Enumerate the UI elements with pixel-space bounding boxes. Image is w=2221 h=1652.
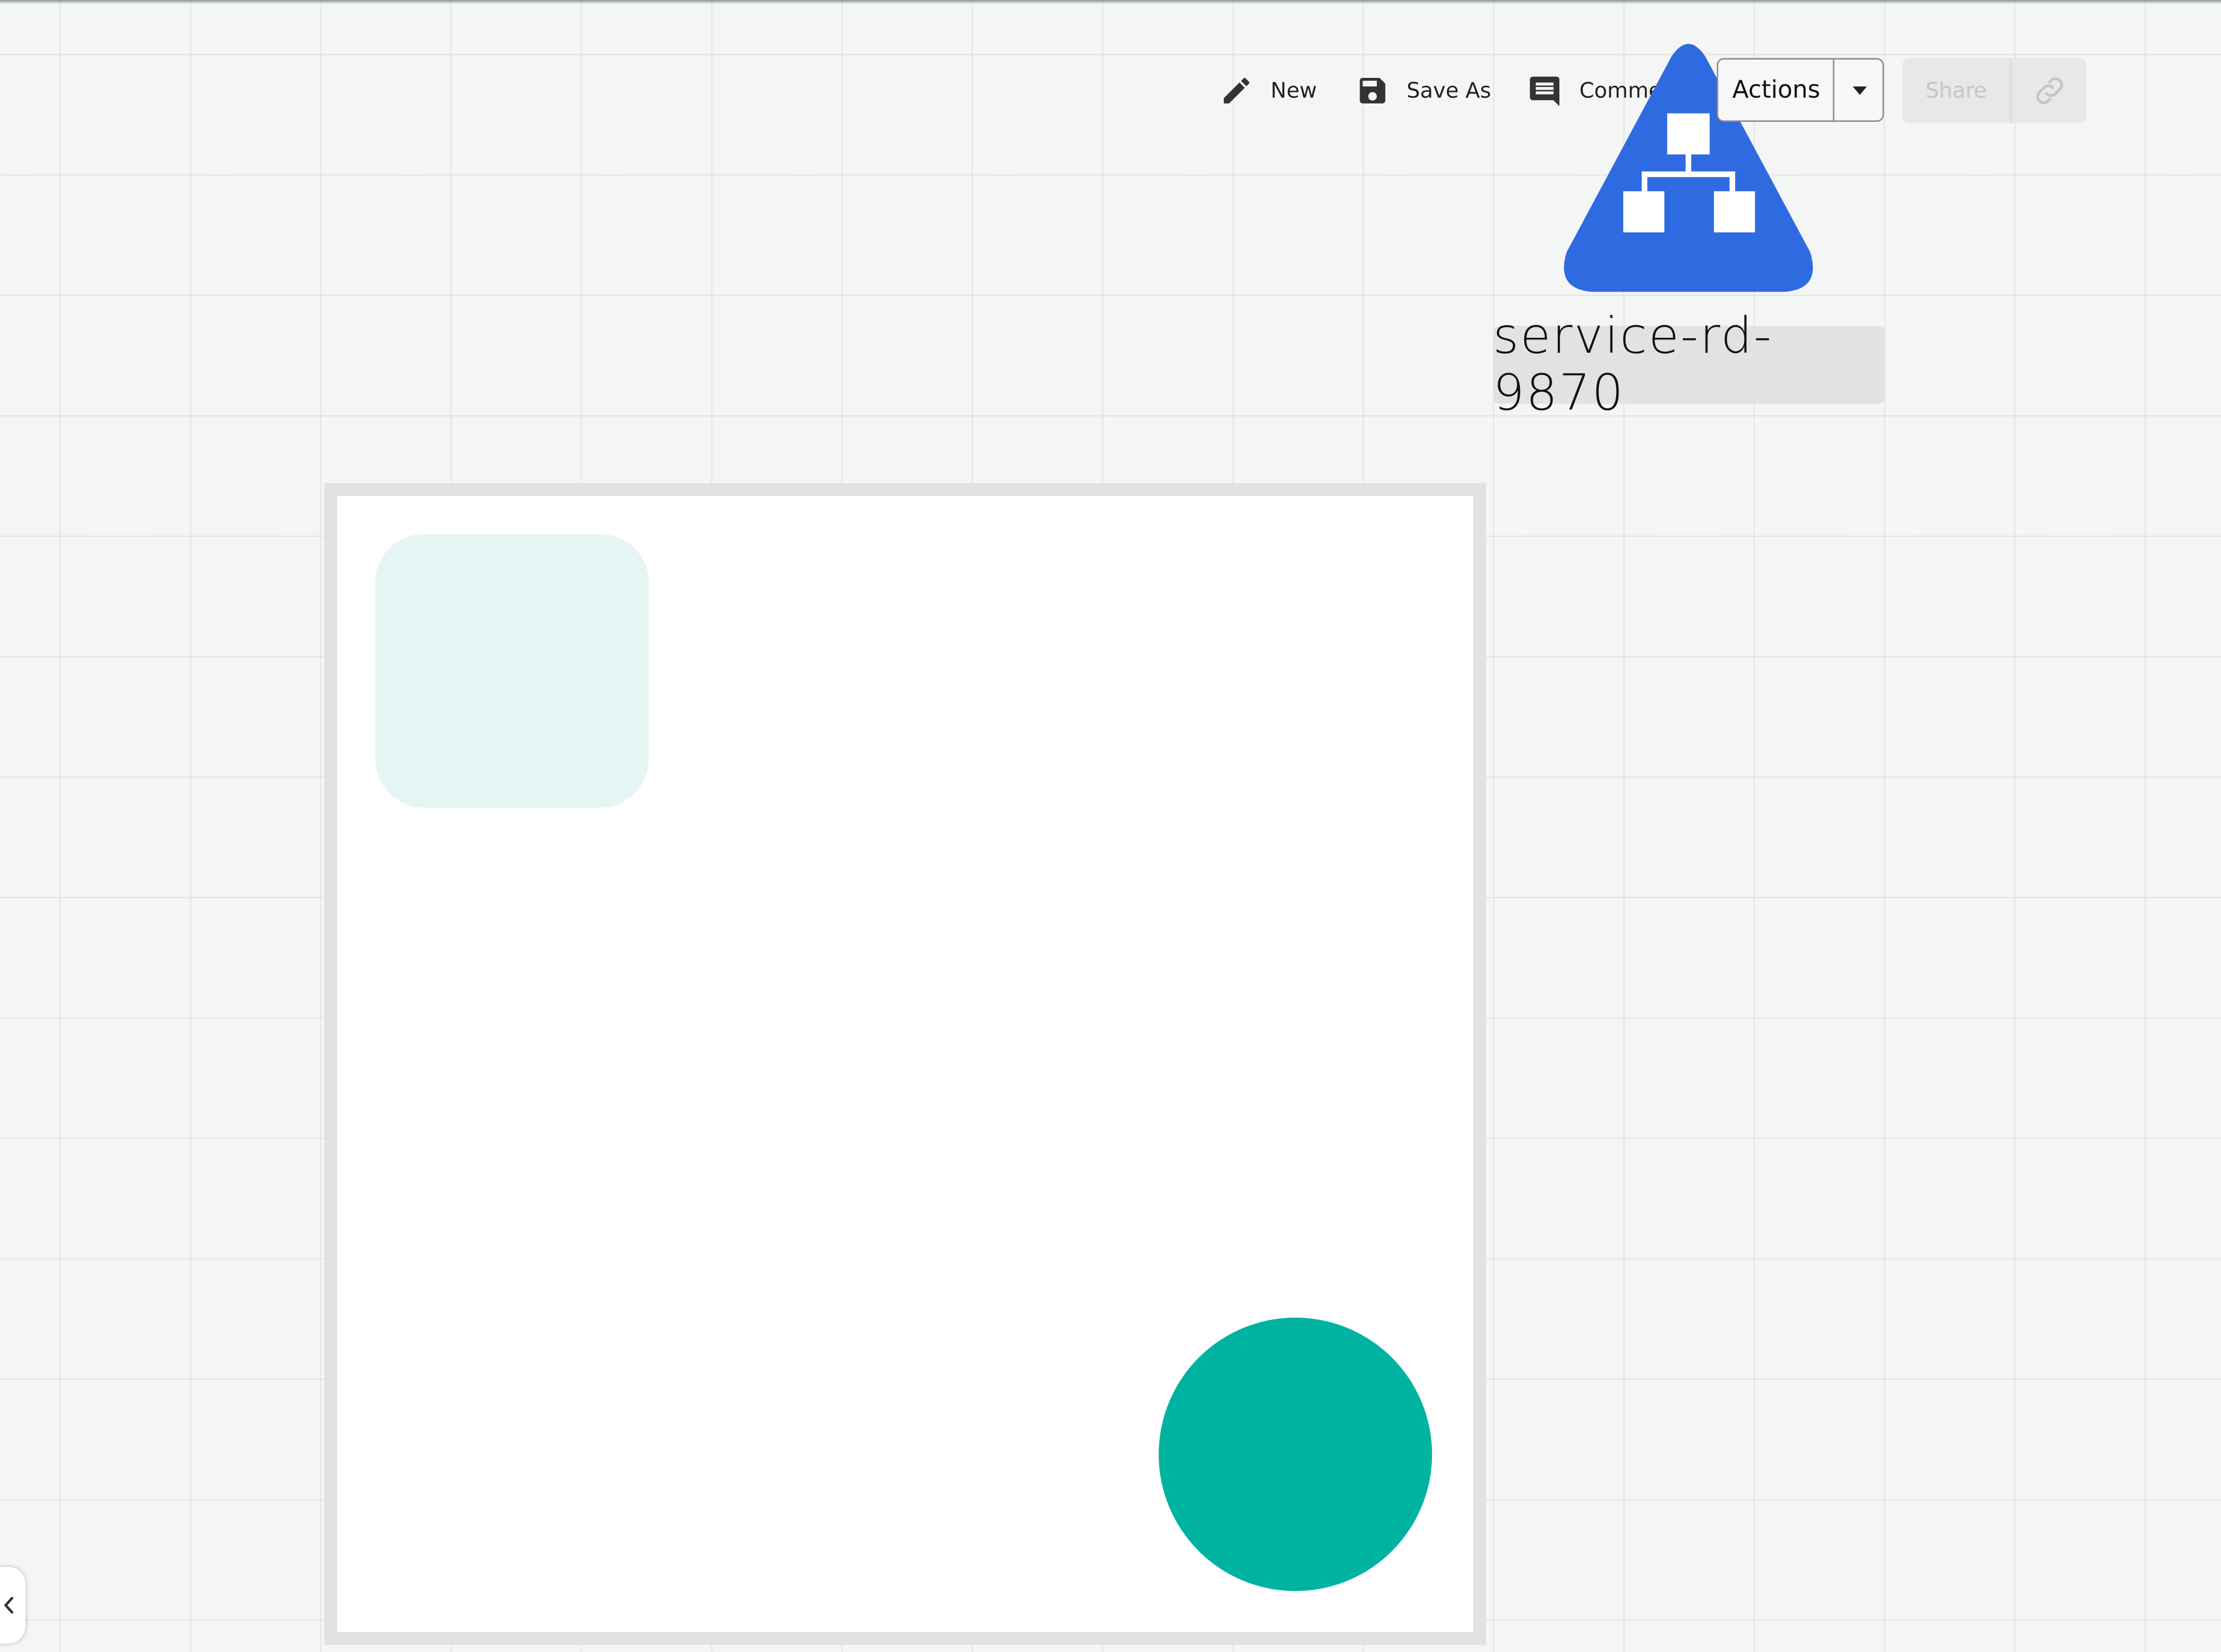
node-label[interactable]: service-rd-9870 (1493, 308, 1885, 422)
frame-body (337, 496, 1474, 1633)
new-label: New (1270, 78, 1317, 103)
link-icon (2035, 77, 2062, 105)
new-button[interactable]: New (1220, 68, 1317, 113)
actions-dropdown-button[interactable] (1833, 59, 1885, 121)
save-as-label: Save As (1406, 78, 1491, 103)
rounded-square-shape[interactable] (375, 534, 649, 808)
top-edge-shadow (0, 0, 2221, 4)
share-button[interactable]: Share (1902, 58, 2012, 124)
chevron-left-icon (4, 1596, 13, 1614)
frame-container[interactable] (324, 483, 1486, 1645)
comment-icon (1530, 76, 1560, 106)
actions-split-button: Actions (1716, 58, 1885, 122)
sidebar-toggle-button[interactable] (0, 1567, 26, 1644)
caret-down-icon (1853, 86, 1867, 95)
save-as-button[interactable]: Save As (1356, 68, 1491, 113)
share-group: Share (1902, 58, 2087, 124)
pencil-icon (1224, 78, 1249, 103)
floppy-disk-icon (1360, 78, 1386, 103)
circle-shape[interactable] (1159, 1318, 1432, 1591)
app-canvas[interactable]: New Save As Comments Actions Share servi… (0, 0, 2221, 1652)
copy-link-button[interactable] (2011, 58, 2086, 123)
actions-button[interactable]: Actions (1718, 60, 1834, 120)
